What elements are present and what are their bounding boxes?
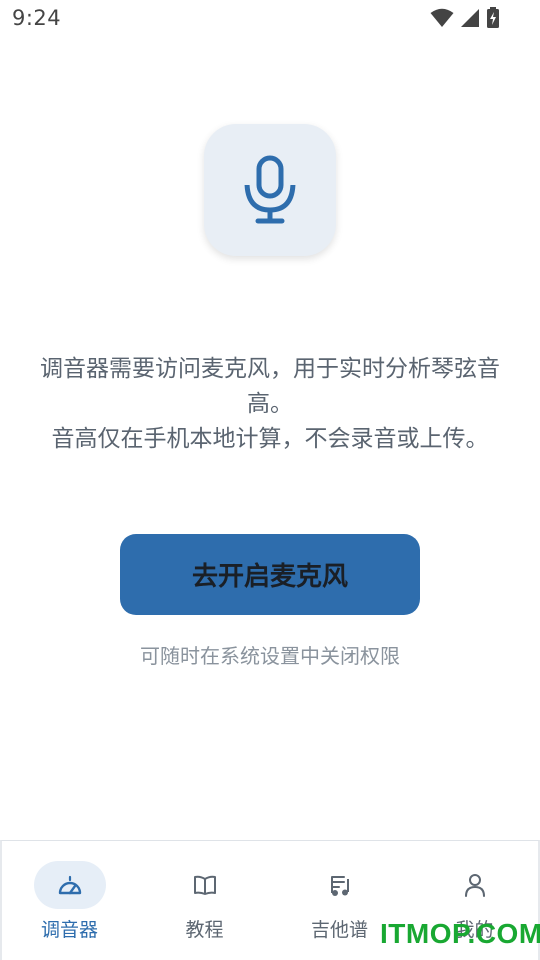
nav-tuner-icon-wrap xyxy=(33,861,106,909)
nav-tabs-icon-wrap xyxy=(304,861,376,909)
status-bar: 9:24 xyxy=(0,0,540,40)
nav-label-tutorial: 教程 xyxy=(185,919,224,941)
nav-profile-icon-wrap xyxy=(439,861,511,909)
nav-label-guitar-tabs: 吉他谱 xyxy=(310,919,368,941)
wifi-icon xyxy=(430,8,454,27)
tuner-permission-screen: 9:24 调音器需要访问麦克风，用于实时分析琴弦音高。 音高仅在手机本地计算，不… xyxy=(0,0,540,960)
book-icon xyxy=(193,875,216,895)
status-icons xyxy=(430,7,500,29)
music-sheet-icon xyxy=(330,876,349,896)
nav-label-tuner: 调音器 xyxy=(40,919,98,941)
microphone-icon xyxy=(242,155,298,224)
enable-microphone-button[interactable]: 去开启麦克风 xyxy=(120,534,420,615)
permission-message-line-2: 音高仅在手机本地计算，不会录音或上传。 xyxy=(51,426,489,452)
nav-item-tutorial[interactable]: 教程 xyxy=(137,841,272,959)
tuner-gauge-icon xyxy=(58,875,81,895)
battery-charging-icon xyxy=(487,7,499,28)
nav-item-tuner[interactable]: 调音器 xyxy=(2,841,137,959)
status-time: 9:24 xyxy=(12,6,62,30)
permission-message-line-1: 调音器需要访问麦克风，用于实时分析琴弦音高。 xyxy=(40,356,500,417)
microphone-tile xyxy=(204,124,336,256)
nav-tutorial-icon-wrap xyxy=(169,861,241,909)
settings-hint: 可随时在系统设置中关闭权限 xyxy=(140,644,400,668)
cell-signal-icon xyxy=(461,9,479,27)
person-icon xyxy=(464,874,485,897)
permission-message: 调音器需要访问麦克风，用于实时分析琴弦音高。 音高仅在手机本地计算，不会录音或上… xyxy=(40,352,500,457)
watermark: ITMOP.COM xyxy=(380,918,540,949)
